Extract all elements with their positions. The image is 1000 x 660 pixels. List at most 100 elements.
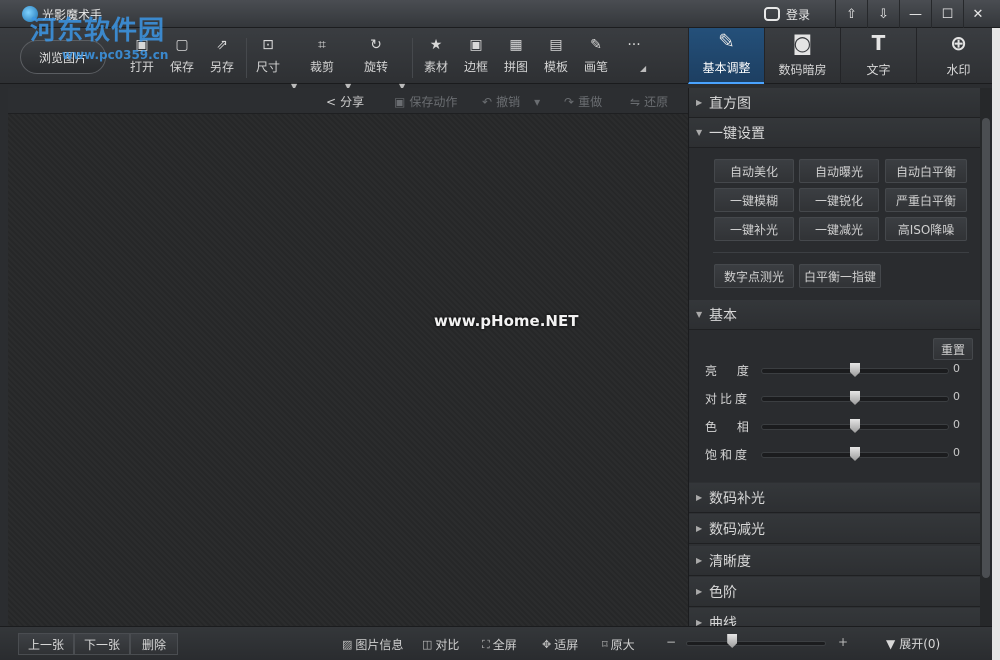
resize-button[interactable]: ⊡ 尺寸 <box>248 36 288 78</box>
collage-label: 拼图 <box>503 60 528 74</box>
auto-exposure-button[interactable]: 自动曝光 <box>799 159 879 183</box>
brightness-slider-thumb[interactable] <box>850 363 860 377</box>
image-canvas[interactable]: www.pHome.NET <box>8 114 688 626</box>
scrollbar-thumb[interactable] <box>982 118 990 578</box>
brush-button[interactable]: ✎ 画笔 <box>576 36 616 78</box>
panel-scrollbar[interactable] <box>980 88 992 626</box>
tab-digital-darkroom[interactable]: ◙ 数码暗房 <box>764 28 840 84</box>
template-icon: ▤ <box>549 37 563 53</box>
restore-button[interactable]: ⇋ 还原 <box>630 93 668 110</box>
compare-button[interactable]: ◫ 对比 <box>422 636 459 653</box>
tab-watermark[interactable]: ⊕ 水印 <box>916 28 1000 84</box>
restore-label: 还原 <box>644 95 669 109</box>
one-click-reduce-light-button[interactable]: 一键减光 <box>799 217 879 241</box>
window-edge <box>992 28 1000 660</box>
section-digital-reduce-light[interactable]: ▶ 数码减光 <box>689 514 980 544</box>
expand-arrow-icon: ▼ <box>886 636 896 651</box>
hue-slider-thumb[interactable] <box>850 419 860 433</box>
collage-button[interactable]: ▦ 拼图 <box>496 36 536 78</box>
contrast-slider-thumb[interactable] <box>850 391 860 405</box>
hue-value: 0 <box>953 418 960 431</box>
one-click-fill-light-button[interactable]: 一键补光 <box>714 217 794 241</box>
toolbar-expand-icon[interactable]: ◢ <box>640 64 646 73</box>
site-watermark: 河东软件园 <box>30 16 166 46</box>
crop-button[interactable]: ⌗ 裁剪 <box>302 36 342 78</box>
menu-icon: ⇩ <box>878 6 889 22</box>
material-button[interactable]: ★ 素材 <box>416 36 456 78</box>
section-digital-fill-light[interactable]: ▶ 数码补光 <box>689 483 980 513</box>
status-bar: 上一张 下一张 删除 ▨ 图片信息 ◫ 对比 ⛶ 全屏 ✥ 适屏 ⌑ 原大 − … <box>0 626 992 660</box>
one-click-sharpen-button[interactable]: 一键锐化 <box>799 188 879 212</box>
tab-basic-adjust[interactable]: ✎ 基本调整 <box>688 28 764 84</box>
template-button[interactable]: ▤ 模板 <box>536 36 576 78</box>
digital-metering-button[interactable]: 数字点测光 <box>714 264 794 288</box>
fit-screen-button[interactable]: ✥ 适屏 <box>542 636 578 653</box>
strong-white-balance-button[interactable]: 严重白平衡 <box>885 188 967 212</box>
skin-button[interactable]: ⇧ <box>835 0 867 28</box>
section-histogram[interactable]: ▶ 直方图 <box>689 88 980 118</box>
login-button[interactable]: 登录 <box>758 3 816 25</box>
fullscreen-button[interactable]: ⛶ 全屏 <box>482 636 517 653</box>
section-levels[interactable]: ▶ 色阶 <box>689 577 980 607</box>
menu-button[interactable]: ⇩ <box>867 0 899 28</box>
tab-label: 基本调整 <box>702 61 751 75</box>
maximize-button[interactable]: ☐ <box>931 0 963 28</box>
save-as-button[interactable]: ⇗ 另存 <box>202 36 242 78</box>
auto-beautify-button[interactable]: 自动美化 <box>714 159 794 183</box>
image-info-icon: ▨ <box>342 638 353 651</box>
undo-label: 撤销 <box>496 95 521 109</box>
save-action-button[interactable]: ▣ 保存动作 <box>394 93 457 110</box>
section-basic[interactable]: ▼ 基本 <box>689 300 980 330</box>
one-click-blur-button[interactable]: 一键模糊 <box>714 188 794 212</box>
high-iso-denoise-button[interactable]: 高ISO降噪 <box>885 217 967 241</box>
hue-slider-row: 色 相 0 <box>705 416 975 436</box>
expanded-arrow-icon: ▼ <box>696 128 703 137</box>
skin-icon: ⇧ <box>846 6 857 22</box>
zoom-in-icon[interactable]: + <box>838 635 848 649</box>
close-icon: ✕ <box>972 6 984 22</box>
saturation-slider-row: 饱和度 0 <box>705 444 975 464</box>
compare-icon: ◫ <box>422 638 433 651</box>
close-button[interactable]: ✕ <box>963 0 992 28</box>
border-button[interactable]: ▣ 边框 <box>456 36 496 78</box>
zoom-slider-track[interactable] <box>686 641 826 646</box>
redo-button[interactable]: ↷ 重做 <box>564 93 602 110</box>
minimize-icon: — <box>909 6 922 22</box>
toolbar-divider <box>412 38 413 78</box>
auto-white-balance-button[interactable]: 自动白平衡 <box>885 159 967 183</box>
tab-text[interactable]: T 文字 <box>840 28 916 84</box>
toolbar-divider <box>246 38 247 78</box>
camera-icon: ◙ <box>792 31 813 55</box>
save-label: 保存 <box>169 60 194 74</box>
previous-image-button[interactable]: 上一张 <box>18 633 74 655</box>
collapsed-arrow-icon: ▶ <box>696 493 703 502</box>
crop-label: 裁剪 <box>309 60 334 74</box>
fit-screen-icon: ✥ <box>542 638 552 651</box>
section-clarity[interactable]: ▶ 清晰度 <box>689 546 980 576</box>
undo-button[interactable]: ↶ 撤销 ▾ <box>482 93 540 110</box>
share-label: 分享 <box>340 95 365 109</box>
white-balance-pick-button[interactable]: 白平衡一指键 <box>799 264 881 288</box>
rotate-icon: ↻ <box>370 37 382 53</box>
expand-button[interactable]: ▼ 展开(0) <box>886 635 940 652</box>
image-info-button[interactable]: ▨ 图片信息 <box>342 636 403 653</box>
minimize-button[interactable]: — <box>899 0 931 28</box>
section-curves[interactable]: ▶ 曲线 <box>689 608 980 626</box>
section-one-click[interactable]: ▼ 一键设置 <box>689 118 980 148</box>
more-tools-button[interactable]: ··· <box>614 36 654 78</box>
share-button[interactable]: < 分享 <box>326 93 364 110</box>
saturation-slider-thumb[interactable] <box>850 447 860 461</box>
saturation-label: 饱和度 <box>705 448 751 462</box>
zoom-out-icon[interactable]: − <box>666 635 676 649</box>
undo-dropdown-icon[interactable]: ▾ <box>534 95 540 109</box>
delete-button[interactable]: 删除 <box>130 633 178 655</box>
contrast-slider-row: 对比度 0 <box>705 388 975 408</box>
original-size-button[interactable]: ⌑ 原大 <box>602 636 635 653</box>
template-label: 模板 <box>543 60 568 74</box>
resize-label: 尺寸 <box>255 60 280 74</box>
rotate-button[interactable]: ↻ 旋转 <box>356 36 396 78</box>
reset-button[interactable]: 重置 <box>933 338 973 360</box>
next-image-button[interactable]: 下一张 <box>74 633 130 655</box>
collage-icon: ▦ <box>509 37 523 53</box>
watermark-icon: ⊕ <box>950 31 967 55</box>
